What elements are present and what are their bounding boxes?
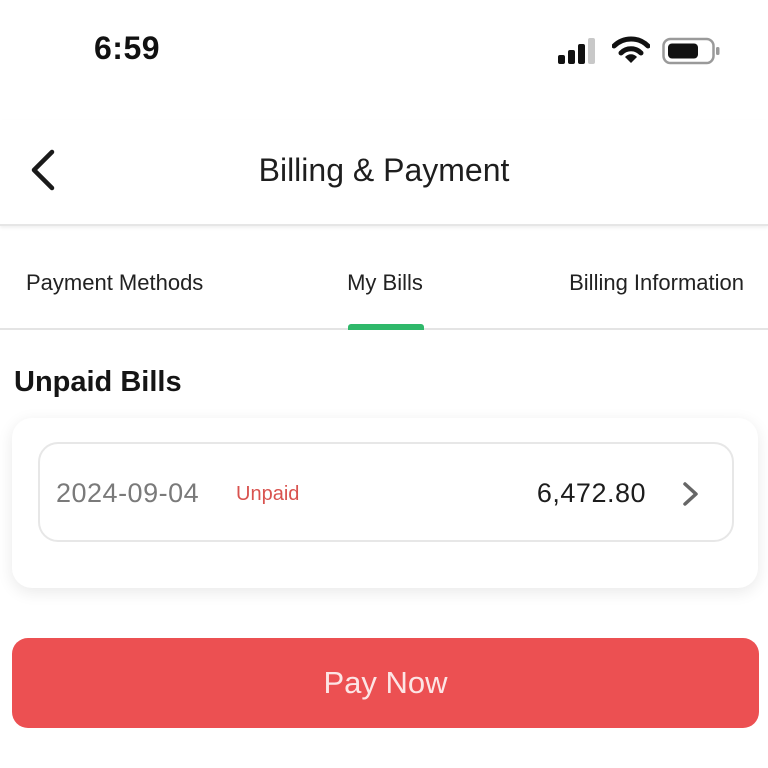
active-tab-indicator bbox=[348, 324, 424, 330]
bill-date: 2024-09-04 bbox=[56, 478, 200, 508]
tab-billing-information[interactable]: Billing Information bbox=[569, 270, 744, 296]
status-time: 6:59 bbox=[94, 30, 161, 66]
battery-icon bbox=[662, 37, 720, 65]
bill-status-badge: Unpaid bbox=[236, 483, 300, 505]
pay-now-label: Pay Now bbox=[323, 665, 448, 700]
page-title: Billing & Payment bbox=[258, 152, 510, 188]
signal-icon bbox=[558, 38, 595, 64]
bills-card: 2024-09-04 Unpaid 6,472.80 bbox=[12, 418, 758, 588]
pay-now-button[interactable]: Pay Now bbox=[12, 638, 759, 728]
status-bar: 6:59 bbox=[0, 0, 768, 100]
tab-bar: Payment Methods My Bills Billing Informa… bbox=[0, 228, 768, 330]
chevron-right-icon bbox=[683, 482, 698, 506]
bill-amount: 6,472.80 bbox=[536, 478, 646, 508]
section-title: Unpaid Bills bbox=[14, 366, 182, 398]
header: Billing & Payment bbox=[0, 120, 768, 226]
wifi-icon bbox=[612, 36, 650, 63]
bill-list-item[interactable]: 2024-09-04 Unpaid 6,472.80 bbox=[38, 442, 734, 542]
